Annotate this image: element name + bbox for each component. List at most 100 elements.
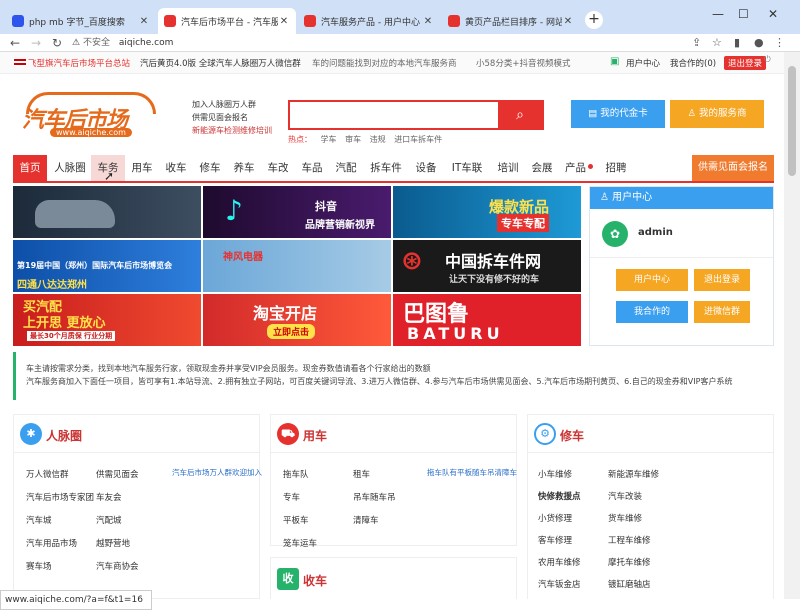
banner-baturu[interactable]: 巴图鲁 BATURU: [393, 294, 581, 346]
card-link[interactable]: 汽车改装: [608, 490, 642, 502]
maximize-icon[interactable]: ☐: [738, 7, 749, 21]
nav-expo[interactable]: 会展: [525, 155, 559, 181]
nav-product[interactable]: 产品: [559, 155, 599, 181]
card-link[interactable]: 拖车队: [283, 468, 309, 480]
user-center-link[interactable]: 用户中心: [626, 57, 660, 69]
page-scrollbar[interactable]: [784, 52, 800, 599]
card-link[interactable]: 货车维修: [608, 512, 642, 524]
card-link[interactable]: 摩托车维修: [608, 556, 651, 568]
menu-icon[interactable]: ⋮: [774, 36, 785, 49]
card-link[interactable]: 快修救援点: [538, 490, 581, 502]
signup-link[interactable]: 供需见面会报名: [192, 111, 272, 124]
reload-icon[interactable]: ↻: [52, 36, 62, 50]
nav-training[interactable]: 培训: [491, 155, 525, 181]
card-link[interactable]: 清障车: [353, 514, 379, 526]
card-link[interactable]: 车友会: [96, 491, 122, 503]
nav-equipment[interactable]: 设备: [409, 155, 443, 181]
nav-home[interactable]: 首页: [13, 155, 47, 181]
browser-tab[interactable]: php mb 字节_百度搜索 ✕: [6, 8, 156, 34]
forward-icon[interactable]: →: [31, 36, 41, 50]
banner-douyin[interactable]: ♪ 抖音 品牌营销新视界: [203, 186, 391, 238]
close-window-icon[interactable]: ✕: [768, 7, 778, 21]
card-link[interactable]: 越野营地: [96, 537, 130, 549]
my-coop-link[interactable]: 我合作的(0): [670, 57, 716, 69]
card-link[interactable]: 汽配城: [96, 514, 122, 526]
card-link[interactable]: 汽车城: [26, 514, 52, 526]
banner-kaisi[interactable]: 买汽配 上开思 更放心 最长30个月质保 行业分期: [13, 294, 201, 346]
nav-modify[interactable]: 车改: [261, 155, 295, 181]
nav-buy-car[interactable]: 收车: [159, 155, 193, 181]
banner-nio[interactable]: [13, 186, 201, 238]
banner-shenfeng[interactable]: 神风电器: [203, 240, 391, 292]
nav-salvage[interactable]: 拆车件: [363, 155, 409, 181]
my-service-button[interactable]: ♙ 我的服务商: [670, 100, 764, 128]
supply-signup-button[interactable]: 供需见面会报名: [692, 155, 774, 181]
close-icon[interactable]: ✕: [562, 16, 574, 27]
nav-parts[interactable]: 汽配: [329, 155, 363, 181]
card-link[interactable]: 笼车运车: [283, 537, 317, 549]
sidebar-icon[interactable]: ▮: [734, 36, 740, 49]
slogan-2[interactable]: 车的问题能找到对应的本地汽车服务商: [312, 57, 457, 69]
card-link[interactable]: 专车: [283, 491, 300, 503]
minimize-icon[interactable]: —: [712, 7, 724, 21]
nav-repair[interactable]: 修车: [193, 155, 227, 181]
uc-logout-button[interactable]: 退出登录: [694, 269, 750, 291]
card-link[interactable]: 小货修理: [538, 512, 572, 524]
browser-tab-active[interactable]: 汽车后市场平台 - 汽车服务人脉圈 ✕: [158, 8, 296, 34]
card-link[interactable]: 工程车维修: [608, 534, 651, 546]
card-link[interactable]: 客车修理: [538, 534, 572, 546]
banner-expo[interactable]: 第19届中国（郑州）国际汽车后市场博览会 四通八达达郑州: [13, 240, 201, 292]
promo-link[interactable]: 飞型旗汽车后市场平台总站: [14, 57, 130, 69]
uc-wechat-button[interactable]: 进微信群: [694, 301, 750, 323]
card-link[interactable]: 汽车钣金店: [538, 578, 581, 590]
card-link[interactable]: 万人微信群: [26, 468, 69, 480]
hot-keyword[interactable]: 进口车拆车件: [394, 135, 442, 144]
nav-products[interactable]: 车品: [295, 155, 329, 181]
back-icon[interactable]: ←: [10, 36, 20, 50]
training-link[interactable]: 新能源车检测维修培训: [192, 124, 272, 137]
banner-taobao[interactable]: 淘宝开店 立即点击: [203, 294, 391, 346]
browser-tab[interactable]: 汽车服务产品 - 用户中心 - 汽车后 ✕: [298, 8, 440, 34]
hot-keyword[interactable]: 学车: [321, 135, 337, 144]
close-icon[interactable]: ✕: [138, 16, 150, 27]
card-link[interactable]: 小车维修: [538, 468, 572, 480]
slogan-3[interactable]: 小58分类+抖音视频模式: [476, 57, 570, 69]
avatar[interactable]: ✿: [602, 221, 628, 247]
card-link[interactable]: 吊车随车吊: [353, 491, 396, 503]
my-voucher-button[interactable]: ▤ 我的代金卡: [571, 100, 665, 128]
card-link[interactable]: 农用车维修: [538, 556, 581, 568]
profile-icon[interactable]: ●: [754, 36, 764, 49]
card-link[interactable]: 汽车用品市场: [26, 537, 77, 549]
card-link[interactable]: 新能源车维修: [608, 468, 659, 480]
nav-use-car[interactable]: 用车: [125, 155, 159, 181]
power-icon[interactable]: ⏻: [764, 55, 771, 65]
new-tab-button[interactable]: +: [585, 11, 603, 29]
card-link[interactable]: 供需见面会: [96, 468, 139, 480]
card-link[interactable]: 汽车商协会: [96, 560, 139, 572]
card-link[interactable]: 汽车后市场专家团: [26, 491, 94, 503]
card-side-link[interactable]: 汽车后市场万人群欢迎加入: [172, 467, 262, 478]
address-bar[interactable]: ⚠ 不安全 aiqiche.com: [72, 35, 690, 51]
card-link[interactable]: 赛车场: [26, 560, 52, 572]
logout-link[interactable]: 退出登录: [724, 56, 767, 70]
join-group-link[interactable]: 加入人脉圈万人群: [192, 98, 272, 111]
nav-jobs[interactable]: 招聘: [599, 155, 633, 181]
share-icon[interactable]: ⇪: [692, 36, 701, 49]
card-link[interactable]: 租车: [353, 468, 370, 480]
close-icon[interactable]: ✕: [278, 16, 290, 27]
uc-my-coop-button[interactable]: 我合作的: [616, 301, 688, 323]
card-link[interactable]: 镀缸磨轴店: [608, 578, 651, 590]
nav-it[interactable]: IT车联: [443, 155, 491, 181]
scrollbar-thumb[interactable]: [788, 66, 796, 176]
card-side-link[interactable]: 拖车队有平板随车吊清障车: [427, 467, 517, 478]
nav-network[interactable]: 人脉圈: [49, 155, 91, 181]
nav-maintain[interactable]: 养车: [227, 155, 261, 181]
search-button[interactable]: ⌕: [498, 102, 542, 128]
card-link[interactable]: 平板车: [283, 514, 309, 526]
star-icon[interactable]: ☆: [712, 36, 722, 49]
hot-keyword[interactable]: 审车: [345, 135, 361, 144]
hot-keyword[interactable]: 违规: [370, 135, 386, 144]
close-icon[interactable]: ✕: [422, 16, 434, 27]
slogan-1[interactable]: 汽后黄页4.0版 全球汽车人脉圈万人微信群: [140, 57, 301, 69]
search-input[interactable]: [290, 102, 500, 128]
